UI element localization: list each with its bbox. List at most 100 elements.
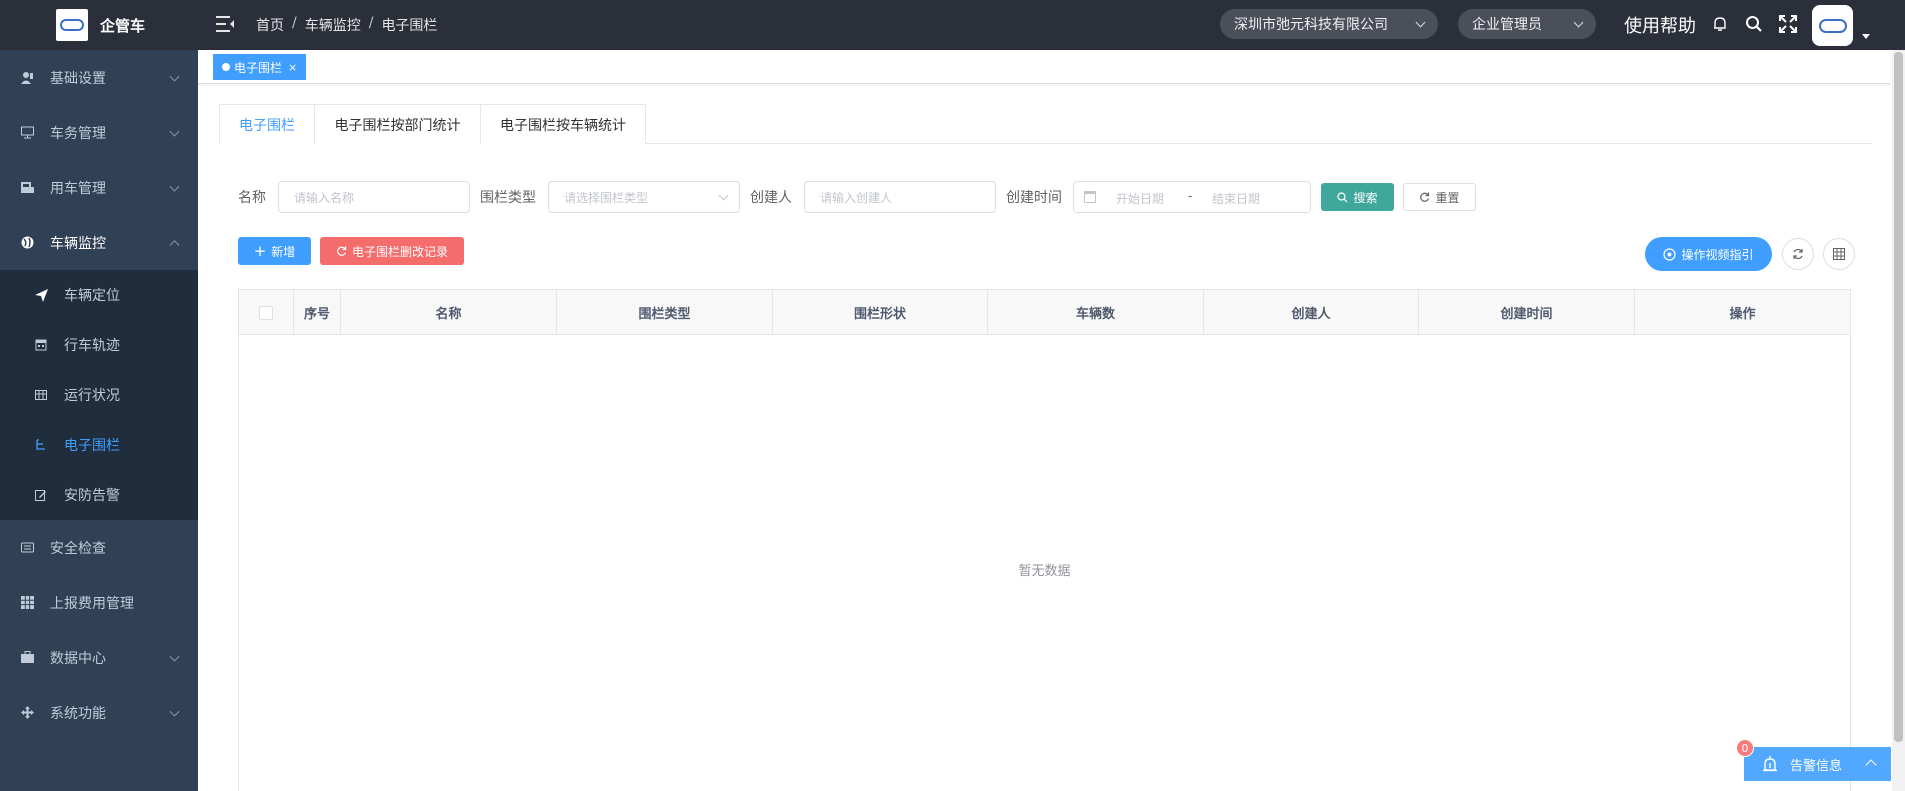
chevron-down-icon: [1415, 17, 1426, 28]
sidebar-item-label: 车辆监控: [50, 235, 106, 252]
sidebar-item-vehicle-monitor[interactable]: 车辆监控: [0, 215, 198, 270]
breadcrumb: 首页 / 车辆监控 / 电子围栏: [256, 15, 438, 35]
fullscreen-icon[interactable]: [1778, 14, 1798, 34]
sidebar-item-label: 上报费用管理: [50, 595, 134, 612]
creator-label: 创建人: [750, 190, 792, 206]
video-guide-label: 操作视频指引: [1681, 247, 1754, 262]
fence-change-log-button[interactable]: 电子围栏删改记录: [320, 237, 464, 265]
start-date-input[interactable]: 开始日期: [1116, 190, 1164, 207]
sidebar-item-driving-track[interactable]: 行车轨迹: [0, 320, 198, 370]
check-card-icon: [20, 541, 34, 555]
sidebar-item-expense-report[interactable]: 上报费用管理: [0, 575, 198, 630]
sidebar-item-running-status[interactable]: 运行状况: [0, 370, 198, 420]
sidebar-item-label: 行车轨迹: [64, 338, 120, 354]
logo[interactable]: 企管车: [0, 0, 198, 50]
date-range-picker[interactable]: 开始日期 - 结束日期: [1073, 181, 1311, 213]
help-link[interactable]: 使用帮助: [1624, 12, 1696, 38]
sidebar-item-label: 车务管理: [50, 125, 106, 142]
search-button-label: 搜索: [1353, 190, 1378, 205]
fence-type-placeholder: 请选择围栏类型: [564, 190, 649, 205]
column-header: 操作: [1729, 307, 1756, 322]
refresh-icon: [337, 246, 347, 256]
navbar: 首页 / 车辆监控 / 电子围栏 深圳市弛元科技有限公司 企业管理员 使用帮助: [198, 0, 1905, 50]
alarm-label: 告警信息: [1790, 758, 1843, 774]
vehicle-monitor-submenu: 车辆定位 行车轨迹 运行状况 电子围栏 安防告警: [0, 270, 198, 520]
empty-text: 暂无数据: [1018, 564, 1071, 579]
columns-toggle-button[interactable]: [1823, 238, 1855, 270]
tag-label: 电子围栏: [234, 60, 283, 75]
globe-icon: [20, 236, 34, 250]
refresh-icon: [1420, 192, 1430, 202]
sidebar-item-basic-settings[interactable]: 基础设置: [0, 50, 198, 105]
video-guide-button[interactable]: 操作视频指引: [1645, 237, 1772, 271]
monitor-icon: [20, 126, 34, 140]
search-icon[interactable]: [1744, 14, 1764, 34]
reset-button[interactable]: 重置: [1403, 183, 1476, 211]
bell-icon[interactable]: [1710, 14, 1730, 34]
avatar[interactable]: [1812, 5, 1853, 46]
sidebar-item-car-use[interactable]: 用车管理: [0, 160, 198, 215]
table-header: 序号 名称 围栏类型 围栏形状 车辆数 创建人 创建时间 操作: [239, 290, 1850, 335]
chevron-down-icon: [169, 706, 180, 717]
refresh-icon: [1793, 248, 1803, 260]
reset-button-label: 重置: [1435, 190, 1460, 205]
breadcrumb-vehicle-monitor[interactable]: 车辆监控: [305, 15, 361, 35]
select-all-checkbox[interactable]: [259, 305, 273, 320]
sidebar-item-label: 基础设置: [50, 70, 106, 87]
tab-e-fence[interactable]: 电子围栏: [219, 104, 315, 145]
sidebar-item-safety-check[interactable]: 安全检查: [0, 520, 198, 575]
column-header: 创建人: [1204, 290, 1419, 335]
add-button-label: 新增: [271, 244, 296, 259]
sidebar-item-vehicle-location[interactable]: 车辆定位: [0, 270, 198, 320]
sidebar-item-label: 安防告警: [64, 488, 120, 504]
sidebar-item-vehicle-affairs[interactable]: 车务管理: [0, 105, 198, 160]
caret-down-icon[interactable]: [1862, 34, 1870, 39]
column-header: 名称: [341, 290, 557, 335]
grid-icon: [1833, 248, 1845, 260]
company-select[interactable]: 深圳市弛元科技有限公司: [1220, 9, 1438, 39]
sidebar-item-label: 运行状况: [64, 388, 120, 404]
move-icon: [20, 706, 34, 720]
tag-e-fence[interactable]: 电子围栏 ×: [213, 54, 307, 80]
play-circle-icon: [1663, 247, 1677, 261]
refresh-button[interactable]: [1782, 238, 1814, 270]
sidebar-item-system[interactable]: 系统功能: [0, 685, 198, 740]
name-input[interactable]: 请输入名称: [278, 181, 470, 213]
chevron-up-icon: [169, 239, 180, 250]
company-select-value: 深圳市弛元科技有限公司: [1234, 17, 1388, 33]
sidebar-item-e-fence[interactable]: 电子围栏: [0, 420, 198, 470]
tags-view: 电子围栏 ×: [198, 50, 1890, 84]
add-button[interactable]: + 新增: [238, 237, 311, 265]
chevron-down-icon: [169, 126, 180, 137]
scrollbar-thumb[interactable]: [1894, 52, 1903, 742]
grid-icon: [20, 596, 34, 610]
tab-fence-by-department[interactable]: 电子围栏按部门统计: [314, 104, 481, 144]
search-button[interactable]: 搜索: [1321, 183, 1394, 211]
alarm-widget[interactable]: 0 告警信息: [1736, 739, 1891, 781]
user-settings-icon: [20, 71, 34, 85]
sidebar-item-label: 电子围栏: [64, 438, 120, 454]
tab-fence-by-vehicle[interactable]: 电子围栏按车辆统计: [480, 104, 646, 144]
sidebar-item-data-center[interactable]: 数据中心: [0, 630, 198, 685]
creator-input[interactable]: 请输入创建人: [804, 181, 996, 213]
sidebar-item-label: 安全检查: [50, 540, 106, 557]
breadcrumb-home[interactable]: 首页: [256, 15, 284, 35]
name-label: 名称: [238, 190, 266, 206]
sidebar-item-security-alarm[interactable]: 安防告警: [0, 470, 198, 520]
calendar-icon: [34, 338, 48, 352]
hamburger-icon[interactable]: [216, 16, 234, 32]
chevron-down-icon: [169, 181, 180, 192]
column-header: 车辆数: [988, 290, 1204, 335]
chevron-down-icon: [169, 71, 180, 82]
column-header: 创建时间: [1419, 290, 1635, 335]
close-icon[interactable]: ×: [288, 61, 297, 74]
sidebar-item-label: 用车管理: [50, 180, 106, 197]
tree-icon: [34, 438, 48, 452]
fence-type-select[interactable]: 请选择围栏类型: [548, 181, 740, 213]
end-date-input[interactable]: 结束日期: [1212, 190, 1260, 207]
page-scrollbar[interactable]: [1892, 50, 1905, 791]
role-select[interactable]: 企业管理员: [1458, 9, 1596, 39]
column-header: 序号: [294, 290, 341, 335]
plus-icon: +: [253, 241, 267, 260]
breadcrumb-current: 电子围栏: [381, 18, 438, 34]
